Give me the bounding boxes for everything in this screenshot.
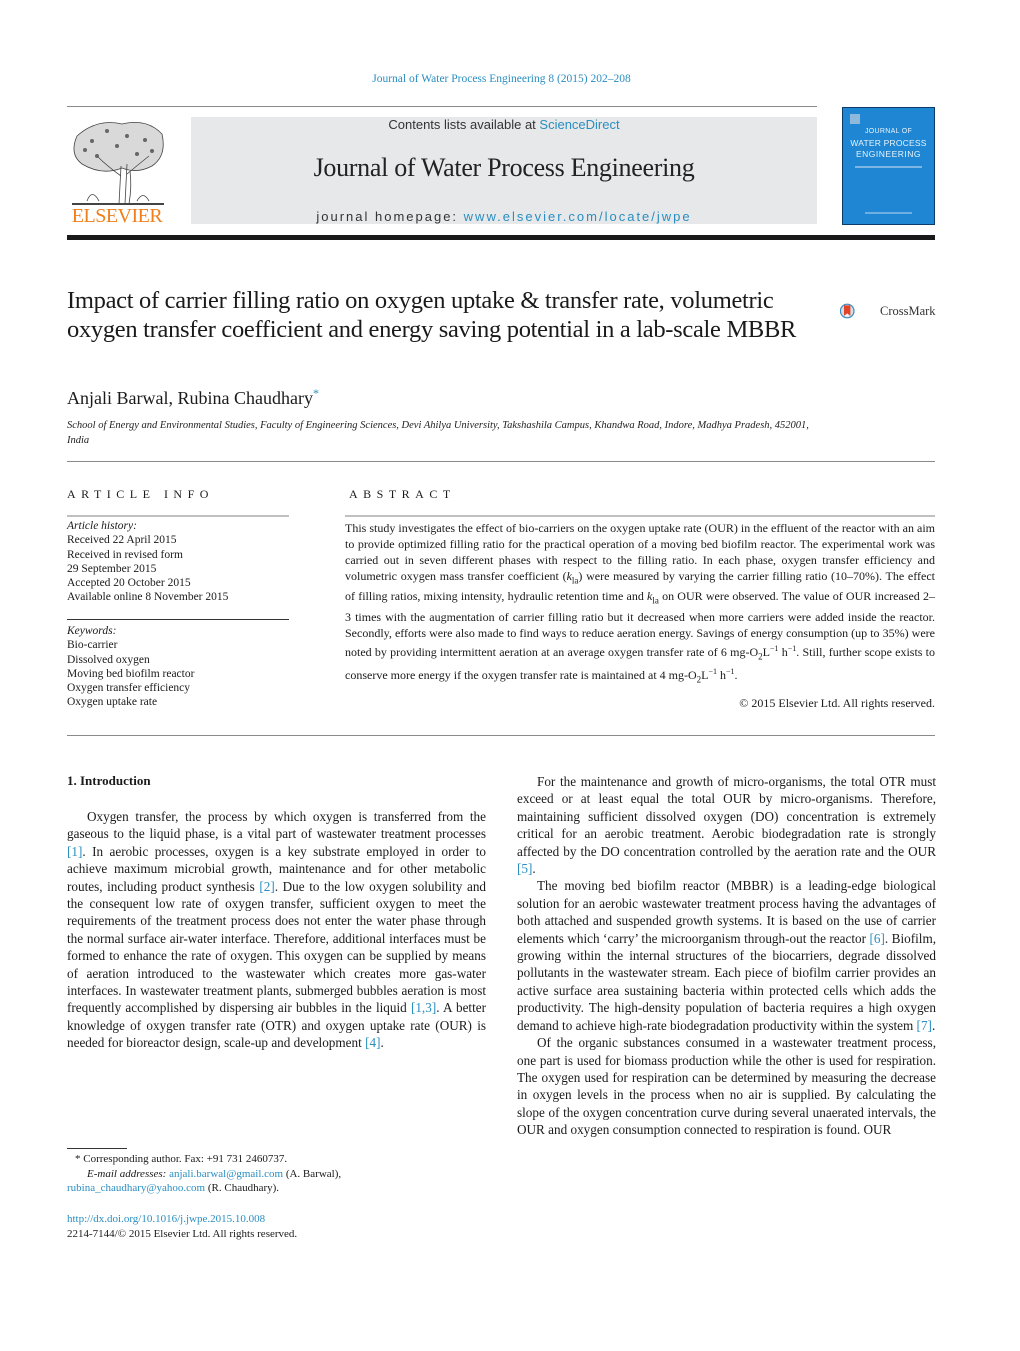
citation-link[interactable]: [6] — [870, 931, 885, 946]
citation-link[interactable]: [1] — [67, 844, 82, 859]
homepage-line: journal homepage: www.elsevier.com/locat… — [191, 209, 817, 224]
keyword-item: Moving bed biofilm reactor — [67, 667, 195, 680]
email-link-barwal[interactable]: anjali.barwal@gmail.com — [169, 1168, 283, 1180]
section-heading-introduction: 1. Introduction — [67, 773, 151, 788]
crossmark-icon[interactable] — [840, 291, 880, 331]
citation-link[interactable]: [5] — [517, 861, 532, 876]
paragraph-text: For the maintenance and growth of micro-… — [517, 774, 936, 859]
abstract-copyright: © 2015 Elsevier Ltd. All rights reserved… — [739, 696, 935, 710]
history-item: Received 22 April 2015 — [67, 534, 177, 547]
corresponding-author-marker[interactable]: * — [313, 386, 319, 400]
body-paragraph: Oxygen transfer, the process by which ox… — [67, 808, 486, 1052]
paragraph-text: Of the organic substances consumed in a … — [517, 1035, 936, 1138]
contents-line: Contents lists available at ScienceDirec… — [191, 117, 817, 132]
cover-line-3: ENGINEERING — [855, 149, 921, 159]
abstract-text: . — [734, 668, 738, 683]
authors-text: Anjali Barwal, Rubina Chaudhary — [67, 388, 313, 408]
paragraph-text: . Due to the low oxygen solubility and t… — [67, 878, 487, 1016]
superscript: −1 — [787, 643, 797, 653]
abstract-body: This study investigates the effect of bi… — [345, 520, 935, 688]
cover-line-1: JOURNAL OF — [864, 128, 913, 135]
body-paragraph: For the maintenance and growth of micro-… — [517, 773, 936, 877]
body-column-left: Oxygen transfer, the process by which ox… — [67, 808, 486, 1052]
email-owner: (A. Barwal), — [283, 1167, 342, 1180]
article-title: Impact of carrier filling ratio on oxyge… — [67, 287, 797, 343]
body-paragraph: Of the organic substances consumed in a … — [517, 1034, 936, 1138]
keywords-label: Keywords: — [67, 625, 117, 637]
citation-link[interactable]: [4] — [365, 1035, 380, 1050]
homepage-prefix: journal homepage: — [316, 209, 464, 224]
elsevier-wordmark[interactable]: ELSEVIER — [67, 205, 167, 228]
history-item: Received in revised form — [67, 548, 183, 561]
citation-link[interactable]: [7] — [917, 1018, 932, 1033]
masthead-thick-rule — [67, 235, 935, 240]
keyword-item: Oxygen transfer efficiency — [67, 682, 191, 695]
abstract-heading: ABSTRACT — [349, 487, 456, 501]
divider — [67, 619, 289, 620]
corresponding-author-note: * Corresponding author. Fax: +91 731 246… — [75, 1153, 288, 1165]
superscript: −1 — [708, 667, 718, 677]
journal-title: Journal of Water Process Engineering — [313, 153, 695, 182]
divider — [67, 461, 935, 462]
history-label: Article history: — [67, 520, 137, 532]
keywords-list: Keywords: Bio-carrier Dissolved oxygen M… — [67, 624, 297, 710]
cover-logo-icon — [850, 114, 860, 124]
citation-link[interactable]: [1,3] — [411, 1000, 436, 1015]
email-line: rubina_chaudhary@yahoo.com (R. Chaudhary… — [67, 1181, 487, 1196]
journal-cover-thumbnail[interactable]: JOURNAL OF WATER PROCESS ENGINEERING — [842, 107, 935, 225]
contents-prefix: Contents lists available at — [388, 117, 540, 132]
article-history: Article history: Received 22 April 2015 … — [67, 519, 297, 605]
email-label: E-mail addresses: — [87, 1167, 170, 1180]
paragraph-text: . — [532, 861, 536, 877]
doi-link[interactable]: http://dx.doi.org/10.1016/j.jwpe.2015.10… — [67, 1212, 487, 1227]
keyword-item: Dissolved oxygen — [67, 653, 150, 666]
top-rule — [67, 106, 817, 107]
running-head-citation[interactable]: Journal of Water Process Engineering 8 (… — [0, 73, 1003, 85]
paragraph-text: . — [931, 1017, 936, 1033]
email-link-chaudhary[interactable]: rubina_chaudhary@yahoo.com — [67, 1182, 205, 1194]
cover-line-2: WATER PROCESS — [850, 138, 927, 148]
body-paragraph: The moving bed biofilm reactor (MBBR) is… — [517, 877, 936, 1034]
cover-divider — [855, 166, 922, 168]
article-info-heading: ARTICLE INFO — [67, 487, 214, 501]
abstract-text: h — [778, 644, 788, 659]
history-item: Available online 8 November 2015 — [67, 591, 229, 604]
author-list: Anjali Barwal, Rubina Chaudhary* — [67, 386, 319, 409]
divider — [345, 515, 935, 517]
abstract-text: L — [701, 668, 709, 683]
journal-homepage-link[interactable]: www.elsevier.com/locate/jwpe — [464, 209, 692, 224]
paragraph-text: Oxygen transfer, the process by which ox… — [67, 809, 486, 842]
divider — [67, 735, 935, 736]
abstract-text: h — [717, 668, 727, 683]
history-item: Accepted 20 October 2015 — [67, 577, 191, 590]
sciencedirect-link[interactable]: ScienceDirect — [539, 117, 619, 132]
footnote-rule — [67, 1148, 127, 1149]
crossmark-label[interactable]: CrossMark — [880, 304, 936, 319]
divider — [67, 515, 289, 517]
abstract-text: L — [762, 644, 770, 659]
superscript: −1 — [726, 667, 735, 677]
keyword-item: Oxygen uptake rate — [67, 696, 158, 709]
email-owner: (R. Chaudhary). — [205, 1182, 280, 1194]
cover-footer-bar — [865, 212, 912, 214]
email-line: E-mail addresses: anjali.barwal@gmail.co… — [67, 1167, 487, 1182]
footnotes: * Corresponding author. Fax: +91 731 246… — [67, 1152, 487, 1196]
paragraph-text: . — [380, 1035, 384, 1051]
keyword-item: Bio-carrier — [67, 639, 118, 652]
citation-link[interactable]: [2] — [259, 879, 274, 894]
affiliation: School of Energy and Environmental Studi… — [67, 420, 809, 446]
history-item: 29 September 2015 — [67, 562, 157, 575]
journal-masthead: Contents lists available at ScienceDirec… — [191, 117, 817, 224]
body-column-right: For the maintenance and growth of micro-… — [517, 773, 936, 1139]
issn-copyright: 2214-7144/© 2015 Elsevier Ltd. All right… — [67, 1227, 298, 1240]
doi-block: http://dx.doi.org/10.1016/j.jwpe.2015.10… — [67, 1212, 487, 1241]
